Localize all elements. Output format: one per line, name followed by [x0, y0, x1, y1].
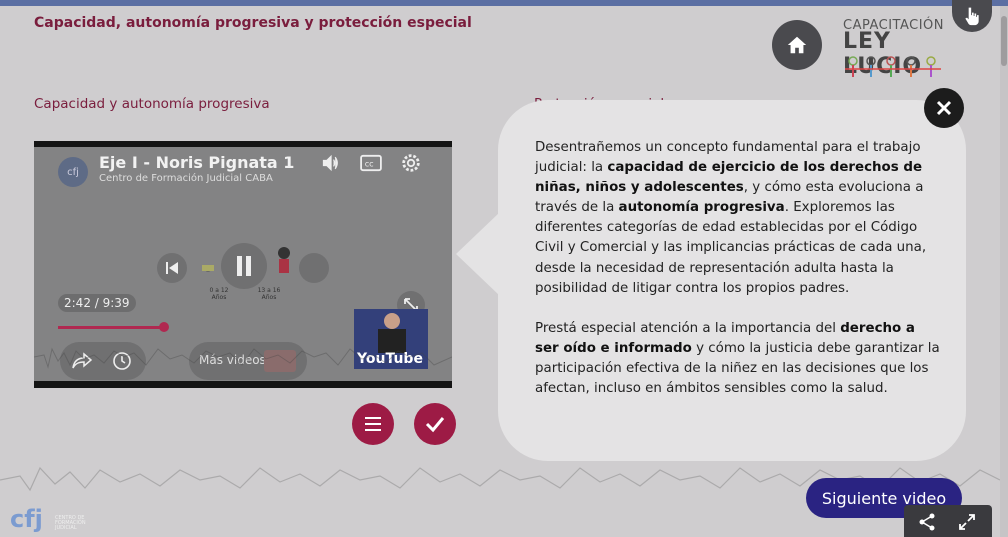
fullscreen-icon[interactable] — [958, 513, 976, 531]
hand-pointer-icon — [965, 7, 979, 26]
scrollbar-thumb[interactable] — [1001, 16, 1007, 66]
close-icon — [936, 100, 952, 116]
next-button[interactable] — [299, 253, 329, 283]
close-popup-button[interactable] — [924, 88, 964, 128]
info-popup: Desentrañemos un concepto fundamental pa… — [498, 100, 966, 461]
prev-button[interactable] — [157, 253, 187, 283]
hand-button[interactable] — [952, 0, 992, 32]
cfj-logo-text: cfj — [10, 505, 43, 533]
menu-icon — [365, 417, 381, 431]
logo-figures-icon — [845, 56, 941, 77]
corner-controls — [904, 505, 992, 537]
svg-text:cc: cc — [365, 159, 374, 169]
video-player[interactable]: cfj Eje I - Noris Pignata 1 Centro de Fo… — [34, 141, 452, 388]
popup-pointer — [456, 212, 500, 296]
cfj-logo-subtitle: CENTRO DE FORMACIÓN JUDICIAL — [55, 515, 86, 531]
section-title-left: Capacidad y autonomía progresiva — [34, 96, 270, 112]
home-button[interactable] — [772, 20, 822, 70]
video-channel[interactable]: Centro de Formación Judicial CABA — [99, 173, 273, 184]
popup-text: Desentrañemos un concepto fundamental pa… — [535, 138, 940, 399]
scrollbar[interactable] — [1000, 6, 1008, 537]
cfj-logo: cfj — [10, 505, 43, 533]
settings-icon[interactable] — [400, 152, 422, 174]
pause-button[interactable] — [221, 243, 267, 289]
video-time: 2:42 / 9:39 — [58, 294, 136, 312]
share-icon[interactable] — [918, 513, 936, 531]
menu-button[interactable] — [352, 403, 394, 445]
prev-icon — [166, 262, 178, 274]
top-accent-bar — [0, 0, 1008, 6]
page-title: Capacidad, autonomía progresiva y protec… — [34, 15, 472, 31]
popup-paragraph-1: Desentrañemos un concepto fundamental pa… — [535, 140, 927, 296]
video-title[interactable]: Eje I - Noris Pignata 1 — [99, 153, 294, 172]
waveform-decoration — [34, 347, 452, 369]
channel-avatar[interactable]: cfj — [58, 157, 88, 187]
complete-button[interactable] — [414, 403, 456, 445]
cc-icon[interactable]: cc — [360, 154, 382, 172]
check-icon — [425, 417, 445, 433]
home-icon — [787, 36, 807, 54]
age-label-1: 0 a 12 Años — [209, 287, 229, 301]
popup-paragraph-2: Prestá especial atención a la importanci… — [535, 320, 940, 397]
ley-lucio-logo: CAPACITACIÓN LEY LUCIO — [840, 18, 950, 79]
volume-icon[interactable] — [320, 153, 342, 173]
pause-icon — [237, 256, 251, 276]
age-label-2: 13 a 16 Años — [257, 287, 281, 301]
